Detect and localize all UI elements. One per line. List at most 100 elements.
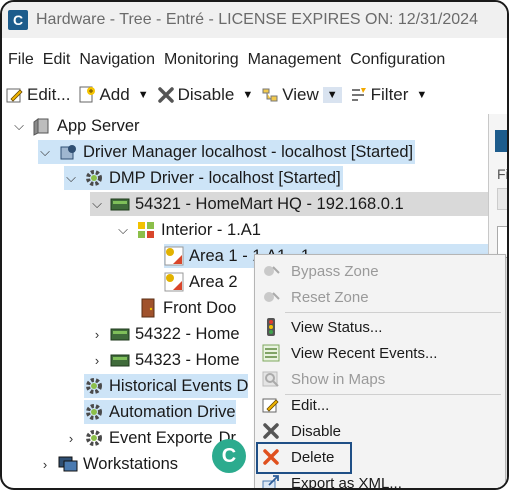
tree-node-panel-54321[interactable]: ⌵ 54321 - HomeMart HQ - 192.168.0.1 [90,192,492,216]
add-dropdown-icon[interactable]: ▼ [138,89,149,101]
add-button[interactable]: Add ▼ [78,85,149,105]
tree-node-historical-events[interactable]: Historical Events D [84,374,249,398]
tree-node-label: Area 2 [189,272,238,291]
tree-node-app-server[interactable]: ⌵ App Server [12,114,140,138]
tree-node-label: 54323 - Home [135,350,240,369]
edit-icon [6,88,23,103]
gear-icon [86,430,102,446]
chevron-down-icon[interactable]: ⌵ [90,196,104,212]
menu-configuration[interactable]: Configuration [350,51,445,69]
menu-view-recent-events[interactable]: View Recent Events... [255,341,437,365]
tree-node-interior[interactable]: ⌵ Interior - 1.A1 [116,218,261,242]
pane-toolbar-button[interactable] [497,188,507,210]
workstation-icon [58,456,78,472]
reset-zone-icon [264,292,280,302]
view-button[interactable]: View ▼ [261,85,342,105]
menu-show-in-maps[interactable]: Show in Maps [255,367,385,391]
menu-reset-zone[interactable]: Reset Zone [255,285,369,309]
export-icon [262,475,279,488]
tree-node-label: Event Exporte [109,428,213,447]
tree-node-label: Automation Drive [109,402,236,421]
menu-management[interactable]: Management [248,51,341,69]
delete-highlight-box [256,442,352,474]
edit-button[interactable]: Edit... [6,85,70,105]
area-group-icon [138,222,154,238]
menu-edit[interactable]: Edit... [255,393,329,417]
pane-logo [495,130,507,152]
zone-icon [164,246,184,266]
menu-item-label: Reset Zone [291,288,369,306]
filter-dropdown-icon[interactable]: ▼ [416,89,427,101]
view-button-label: View [282,85,319,104]
zone-icon [164,272,184,292]
menu-file[interactable]: File [8,51,34,69]
filter-button-label: Filter [370,85,409,104]
tree-node-panel-54322[interactable]: › 54322 - Home [90,322,240,346]
menu-view-status[interactable]: View Status... [255,315,382,339]
tree-node-label: Driver Manager localhost - localhost [St… [83,142,414,161]
chevron-right-icon[interactable]: › [64,431,78,446]
title-bar: C Hardware - Tree - Entré - LICENSE EXPI… [2,2,507,38]
window-title: Hardware - Tree - Entré - LICENSE EXPIRE… [36,11,478,28]
app-icon: C [8,10,28,30]
tree-node-dmp-driver[interactable]: ⌵ DMP Driver - localhost [Started] [64,166,343,190]
event-list-icon [262,344,280,362]
menu-monitoring[interactable]: Monitoring [164,51,239,69]
server-icon [33,118,49,136]
chevron-right-icon[interactable]: › [90,327,104,342]
menu-item-label: Disable [291,422,342,440]
filter-icon [351,88,366,101]
tree-node-label: Workstations [83,454,179,473]
tree-node-driver-manager[interactable]: ⌵ Driver Manager localhost - localhost [… [38,140,416,164]
menu-item-label: Edit... [291,396,330,414]
disable-button-label: Disable [177,85,235,104]
menu-bar: File Edit Navigation Monitoring Manageme… [2,46,507,74]
menu-separator [285,312,501,313]
disable-button[interactable]: Disable ▼ [157,85,253,105]
filter-button[interactable]: Filter ▼ [350,85,427,105]
panel-icon [110,328,130,341]
map-search-icon [262,371,279,387]
menu-disable[interactable]: Disable [255,419,341,443]
traffic-light-icon [267,318,275,336]
pane-label: Fi [497,166,509,182]
gear-icon [86,378,102,394]
chevron-down-icon[interactable]: ⌵ [116,222,130,238]
add-icon [79,86,96,103]
tree-node-front-door[interactable]: Front Doo [138,296,236,320]
tree-node-label: Historical Events D [109,376,249,395]
tree-node-panel-54323[interactable]: › 54323 - Home [90,348,240,372]
tree-node-label: DMP Driver - localhost [Started] [109,168,341,187]
panel-icon [110,354,130,367]
menu-edit[interactable]: Edit [43,51,71,69]
chevron-down-icon[interactable]: ⌵ [12,118,26,134]
tree-node-automation-driver[interactable]: Automation Drive [84,400,236,424]
tree-node-workstations[interactable]: › Workstations [38,452,178,476]
chevron-down-icon[interactable]: ⌵ [38,144,52,160]
view-dropdown-icon[interactable]: ▼ [322,87,342,103]
panel-icon [110,198,130,211]
chevron-right-icon[interactable]: › [38,457,52,472]
menu-item-label: Bypass Zone [291,262,379,280]
disable-icon [263,423,279,439]
chevron-down-icon[interactable]: ⌵ [64,170,78,186]
tree-node-label: Interior - 1.A1 [161,220,261,239]
menu-bypass-zone[interactable]: Bypass Zone [255,259,379,283]
edit-icon [262,398,279,413]
gear-icon [86,170,102,186]
menu-navigation[interactable]: Navigation [79,51,155,69]
tree-node-label: App Server [57,116,140,135]
driver-manager-icon [60,145,76,160]
tree-node-event-exporter[interactable]: › Event Exporte Dr [64,426,236,450]
add-button-label: Add [99,85,130,104]
menu-item-label: Show in Maps [291,370,386,388]
chevron-right-icon[interactable]: › [90,353,104,368]
tree-node-area-2[interactable]: Area 2 [164,270,238,294]
app-window: C Hardware - Tree - Entré - LICENSE EXPI… [0,0,509,490]
tree-node-label: 54321 - HomeMart HQ - 192.168.0.1 [135,194,404,213]
disable-dropdown-icon[interactable]: ▼ [242,89,253,101]
edit-button-label: Edit... [27,85,71,104]
menu-item-label: Export as XML... [291,474,402,490]
door-icon [141,298,155,318]
tree-node-label: Front Doo [163,298,237,317]
